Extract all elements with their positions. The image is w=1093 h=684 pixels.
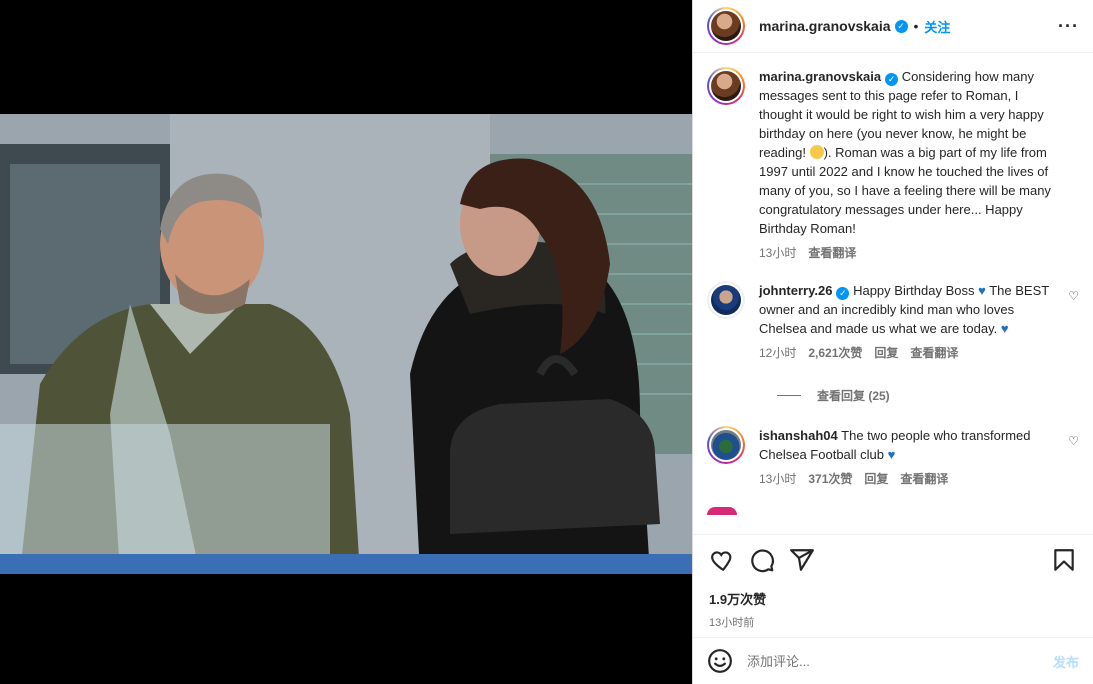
avatar-image: [711, 430, 741, 460]
comment-username[interactable]: johnterry.26: [759, 283, 832, 298]
commenter-avatar[interactable]: [707, 426, 745, 464]
post-sidebar: marina.granovskaia ✓ • 关注 ··· marina.gra…: [692, 0, 1093, 684]
post-actions: 1.9万次赞 13小时前: [693, 534, 1093, 630]
post-time: 13小时前: [709, 617, 755, 629]
avatar-image: [711, 11, 741, 41]
share-icon[interactable]: [789, 547, 815, 573]
avatar-inner: [709, 428, 743, 462]
add-comment-input[interactable]: [747, 653, 1053, 669]
caption-body: marina.granovskaia ✓ Considering how many…: [759, 67, 1079, 263]
comment-item: ishanshah04 The two people who transform…: [707, 426, 1079, 489]
comment-text: Happy Birthday Boss: [853, 283, 975, 298]
comment-time: 12小时: [759, 346, 797, 360]
more-icon[interactable]: ···: [1058, 16, 1079, 37]
follow-button[interactable]: 关注: [924, 17, 950, 36]
avatar-inner: [709, 283, 743, 317]
verified-icon: ✓: [894, 19, 908, 33]
post-header: marina.granovskaia ✓ • 关注 ···: [693, 0, 1093, 53]
blue-heart-emoji-icon: ♥: [978, 283, 986, 298]
reply-button[interactable]: 回复: [864, 470, 888, 489]
next-comment-avatar-peek: [707, 507, 737, 515]
view-replies-label: 查看回复 (25): [817, 389, 890, 403]
avatar-image: [711, 71, 741, 101]
comment-likes[interactable]: 371次赞: [808, 470, 852, 489]
comment-body: ishanshah04 The two people who transform…: [759, 426, 1079, 489]
view-replies-button[interactable]: 查看回复 (25): [777, 387, 1079, 404]
emoji-icon[interactable]: [707, 648, 733, 674]
post-media[interactable]: [0, 0, 692, 684]
like-comment-heart-icon[interactable]: ♡: [1068, 289, 1079, 303]
translate-button[interactable]: 查看翻译: [900, 470, 948, 489]
action-icons: [709, 547, 1077, 573]
comments-list[interactable]: marina.granovskaia ✓ Considering how many…: [693, 53, 1093, 533]
comment-time: 13小时: [759, 472, 797, 486]
like-comment-heart-icon[interactable]: ♡: [1068, 434, 1079, 448]
avatar-inner: [709, 69, 743, 103]
replies-divider: [777, 395, 801, 396]
comment-likes[interactable]: 2,621次赞: [808, 344, 862, 363]
comment-icon[interactable]: [749, 547, 775, 573]
blue-heart-emoji-icon: ♥: [887, 447, 896, 462]
author-username[interactable]: marina.granovskaia: [759, 18, 891, 34]
caption-translate-button[interactable]: 查看翻译: [808, 244, 856, 263]
caption-meta: 13小时 查看翻译: [759, 244, 1065, 263]
post-comment-button[interactable]: 发布: [1053, 652, 1079, 671]
photo-illustration: [0, 114, 692, 574]
verified-icon: ✓: [836, 287, 850, 300]
smile-emoji-icon: [809, 145, 824, 159]
verified-icon: ✓: [885, 73, 899, 86]
bookmark-icon[interactable]: [1051, 547, 1077, 573]
post-photo: [0, 114, 692, 574]
caption-username[interactable]: marina.granovskaia: [759, 69, 881, 84]
comment-body: johnterry.26 ✓ Happy Birthday Boss ♥ The …: [759, 281, 1079, 363]
author-avatar[interactable]: [707, 7, 745, 45]
caption-avatar[interactable]: [707, 67, 745, 105]
header-separator: •: [913, 18, 919, 34]
likes-count[interactable]: 1.9万次赞: [709, 589, 1077, 608]
avatar-image: [711, 285, 741, 315]
post-caption: marina.granovskaia ✓ Considering how many…: [707, 67, 1079, 263]
caption-time: 13小时: [759, 246, 797, 260]
comment-username[interactable]: ishanshah04: [759, 428, 838, 443]
comment-meta: 13小时 371次赞 回复 查看翻译: [759, 470, 1065, 489]
heart-icon[interactable]: [709, 547, 735, 573]
blue-heart-emoji-icon: ♥: [1000, 321, 1009, 336]
add-comment-bar: 发布: [693, 637, 1093, 684]
comment-item: johnterry.26 ✓ Happy Birthday Boss ♥ The …: [707, 281, 1079, 363]
avatar-inner: [709, 9, 743, 43]
commenter-avatar[interactable]: [707, 281, 745, 319]
translate-button[interactable]: 查看翻译: [910, 344, 958, 363]
comment-meta: 12小时 2,621次赞 回复 查看翻译: [759, 344, 1065, 363]
reply-button[interactable]: 回复: [874, 344, 898, 363]
